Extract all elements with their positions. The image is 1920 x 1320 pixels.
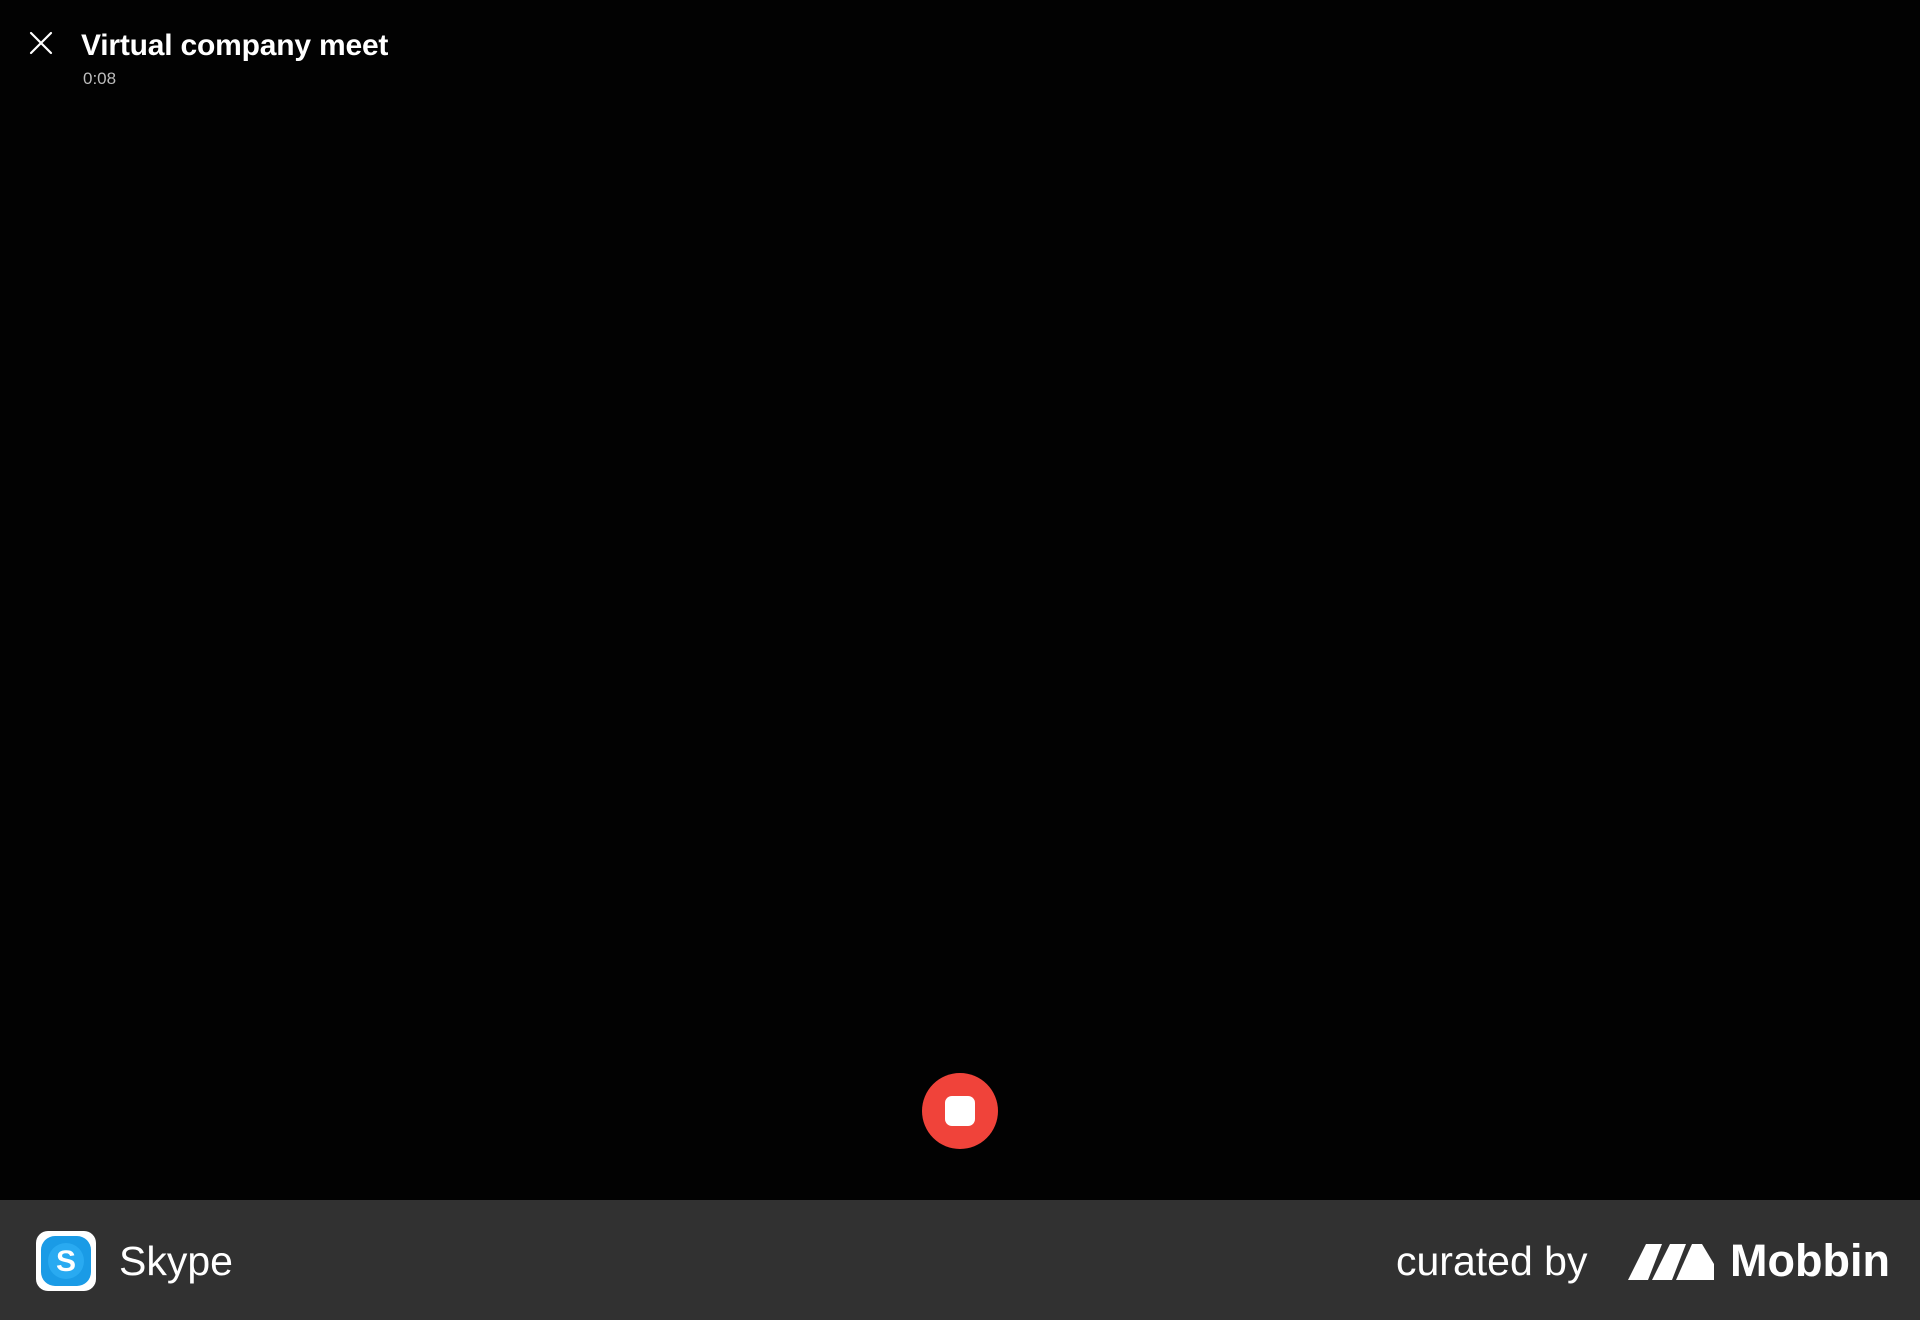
call-screen: Virtual company meet 0:08 <box>0 0 1920 1200</box>
skype-icon: S <box>36 1231 96 1291</box>
app-name: Skype <box>119 1238 233 1284</box>
svg-text:S: S <box>56 1245 76 1278</box>
call-timer: 0:08 <box>83 69 117 88</box>
call-title: Virtual company meet <box>81 29 389 62</box>
attribution-footer: S Skype curated by Mobbin <box>0 1200 1920 1320</box>
close-icon <box>28 30 54 61</box>
close-button[interactable] <box>24 28 58 62</box>
stop-recording-button[interactable] <box>922 1073 998 1149</box>
call-header: Virtual company meet 0:08 <box>0 0 900 100</box>
brand-name: Mobbin <box>1730 1235 1890 1286</box>
mobbin-logo-icon <box>1626 1240 1716 1282</box>
curated-by-label: curated by <box>1396 1238 1588 1284</box>
stop-icon <box>945 1096 975 1126</box>
